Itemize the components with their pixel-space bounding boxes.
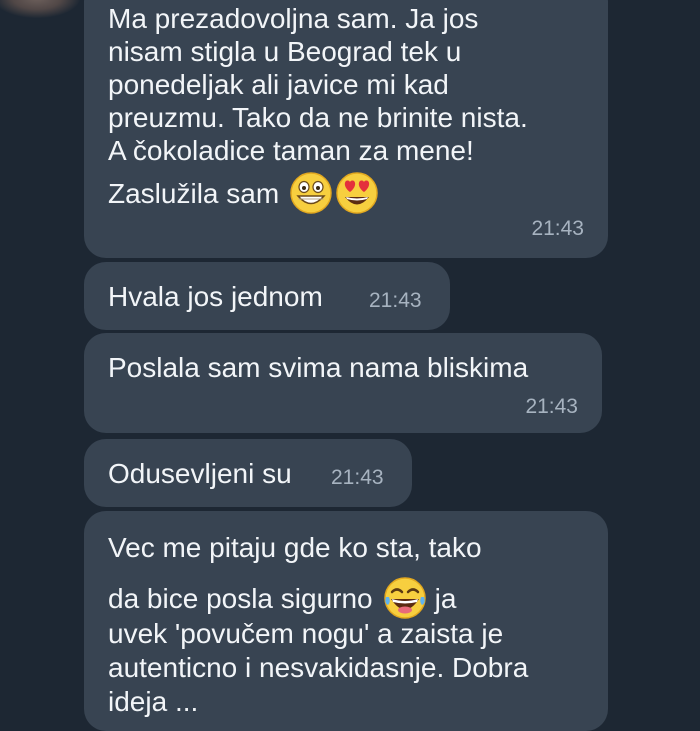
message-line: nisam stigla u Beograd tek u [108, 36, 462, 67]
message-line: autenticno i nesvakidasnje. Dobra [108, 652, 529, 683]
grinning-face-icon [289, 171, 333, 215]
message-text: Odusevljeni su [108, 458, 292, 489]
message-line: Zaslužila sam [108, 177, 280, 209]
sender-avatar[interactable] [0, 0, 80, 18]
message-time: 21:43 [331, 466, 384, 489]
message-text: Ma prezadovoljna sam. Ja jos nisam stigl… [108, 2, 528, 167]
message-time: 21:43 [525, 395, 578, 418]
message-line-with-emoji: da bice posla sigurno ja [108, 575, 456, 621]
message-bubble-1[interactable]: Ma prezadovoljna sam. Ja jos nisam stigl… [84, 0, 608, 258]
message-last-line: Zaslužila sam [108, 170, 379, 216]
message-bubble-5[interactable]: Vec me pitaju gde ko sta, tako da bice p… [84, 511, 608, 731]
message-bubble-3[interactable]: Poslala sam svima nama bliskima 21:43 [84, 333, 602, 433]
message-line: A čokoladice taman za mene! [108, 135, 474, 166]
message-bubble-4[interactable]: Odusevljeni su 21:43 [84, 439, 412, 507]
message-time: 21:43 [369, 289, 422, 312]
message-line: preuzmu. Tako da ne brinite nista. [108, 102, 528, 133]
message-line: ponedeljak ali javice mi kad [108, 69, 449, 100]
heart-eyes-face-icon [335, 171, 379, 215]
message-line: ideja ... [108, 686, 199, 717]
message-text: Poslala sam svima nama bliskima [108, 352, 529, 383]
message-text: Hvala jos jednom [108, 281, 323, 312]
message-line: Ma prezadovoljna sam. Ja jos [108, 3, 479, 34]
message-line: uvek 'povučem nogu' a zaista je [108, 618, 504, 649]
message-line: ja [434, 582, 457, 614]
message-line: Vec me pitaju gde ko sta, tako [108, 532, 482, 563]
message-bubble-2[interactable]: Hvala jos jednom 21:43 [84, 262, 450, 330]
message-time: 21:43 [531, 217, 584, 240]
message-line: da bice posla sigurno [108, 582, 373, 614]
laughing-face-icon [383, 576, 427, 620]
